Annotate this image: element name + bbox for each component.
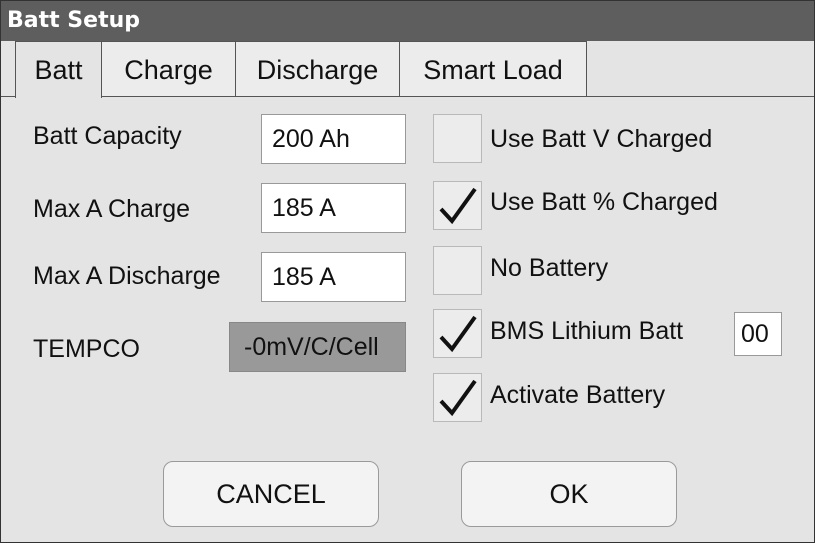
- activate-battery-label: Activate Battery: [490, 381, 666, 409]
- batt-setup-dialog: Batt Setup Batt Charge Discharge Smart L…: [0, 0, 815, 543]
- use-batt-pct-charged-label: Use Batt % Charged: [490, 188, 718, 216]
- checkmark-icon: [439, 379, 477, 417]
- bms-lithium-batt-field[interactable]: 00: [734, 312, 782, 356]
- no-battery-label: No Battery: [490, 254, 609, 282]
- use-batt-v-charged-checkbox[interactable]: [433, 114, 482, 163]
- activate-battery-checkbox[interactable]: [433, 373, 482, 422]
- no-battery-checkbox[interactable]: [433, 246, 482, 295]
- tempco-label: TEMPCO: [33, 335, 140, 363]
- cancel-button[interactable]: CANCEL: [163, 461, 379, 527]
- batt-capacity-label: Batt Capacity: [33, 122, 182, 150]
- ok-button[interactable]: OK: [461, 461, 677, 527]
- bms-lithium-batt-checkbox[interactable]: [433, 309, 482, 358]
- batt-capacity-field[interactable]: 200 Ah: [261, 114, 406, 164]
- max-a-charge-field[interactable]: 185 A: [261, 183, 406, 233]
- checkmark-icon: [439, 187, 477, 225]
- checkmark-icon: [439, 315, 477, 353]
- tab-smart-load[interactable]: Smart Load: [399, 41, 587, 97]
- use-batt-pct-charged-checkbox[interactable]: [433, 181, 482, 230]
- use-batt-v-charged-label: Use Batt V Charged: [490, 125, 713, 153]
- tab-charge[interactable]: Charge: [101, 41, 236, 97]
- tab-discharge[interactable]: Discharge: [235, 41, 400, 97]
- tab-divider: [586, 96, 814, 97]
- tab-batt[interactable]: Batt: [15, 41, 102, 98]
- tab-strip-filler: [587, 41, 814, 96]
- bms-lithium-batt-label: BMS Lithium Batt: [490, 317, 684, 345]
- max-a-charge-label: Max A Charge: [33, 195, 191, 223]
- tempco-readout: -0mV/C/Cell: [229, 322, 406, 372]
- dialog-title: Batt Setup: [1, 1, 814, 41]
- tab-divider-left: [1, 96, 15, 97]
- max-a-discharge-label: Max A Discharge: [33, 262, 221, 290]
- max-a-discharge-field[interactable]: 185 A: [261, 252, 406, 302]
